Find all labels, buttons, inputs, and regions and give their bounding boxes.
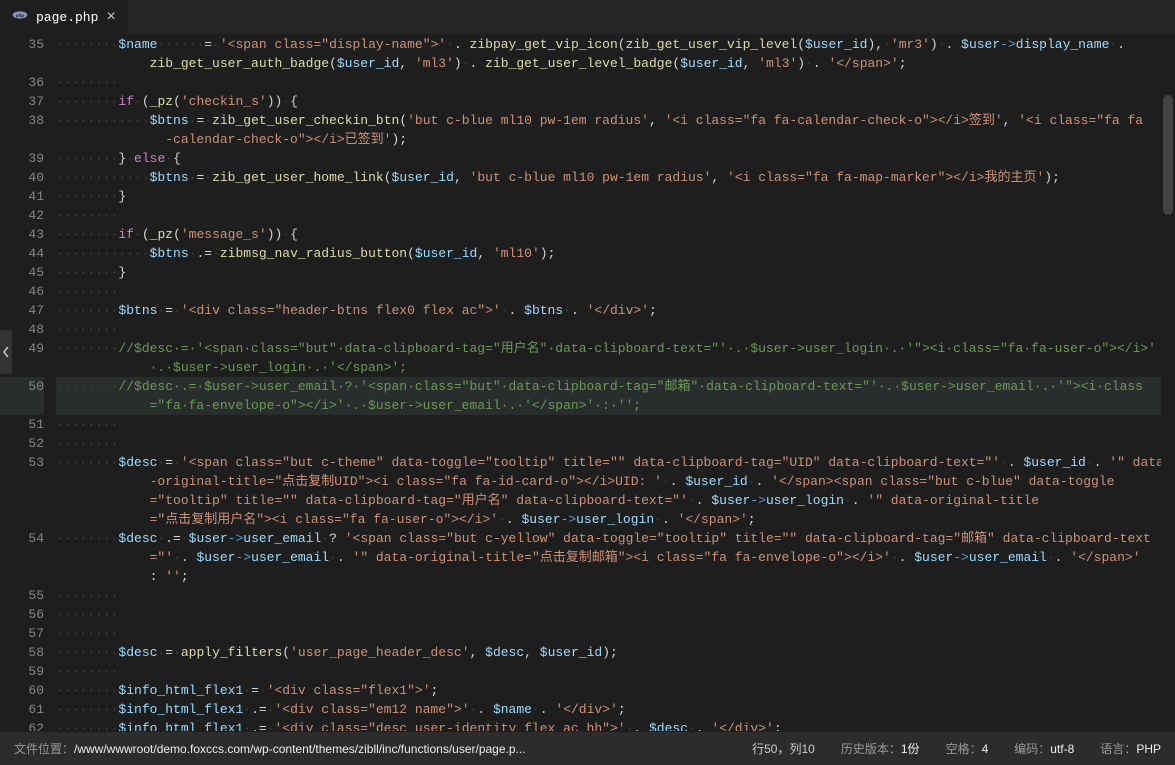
code-editor[interactable]: 3536373839404142434445464748495051525354…: [0, 35, 1175, 731]
file-path[interactable]: 文件位置：/www/wwwroot/demo.foxccs.com/wp-con…: [14, 740, 726, 757]
tab-bar: php page.php ×: [0, 0, 1175, 35]
status-bar: 文件位置：/www/wwwroot/demo.foxccs.com/wp-con…: [0, 731, 1175, 765]
sidebar-expand-handle[interactable]: [0, 330, 12, 374]
file-path-label: 文件位置：: [14, 742, 74, 756]
language-mode[interactable]: 语言：PHP: [1100, 740, 1161, 757]
encoding[interactable]: 编码：utf-8: [1014, 740, 1074, 757]
tab-close-icon[interactable]: ×: [106, 8, 116, 26]
line-number-gutter: 3536373839404142434445464748495051525354…: [0, 35, 56, 731]
tab-filename: page.php: [36, 10, 98, 25]
cursor-position[interactable]: 行50，列10: [752, 740, 815, 757]
scrollbar-thumb[interactable]: [1163, 95, 1173, 215]
history-version[interactable]: 历史版本：1份: [841, 740, 920, 757]
php-file-icon: php: [12, 9, 28, 25]
file-path-value: /www/wwwroot/demo.foxccs.com/wp-content/…: [74, 742, 526, 756]
code-content[interactable]: ········$name······=·'<span class="displ…: [56, 35, 1175, 731]
indent-spaces[interactable]: 空格：4: [946, 740, 989, 757]
vertical-scrollbar[interactable]: [1161, 35, 1175, 731]
tab-active[interactable]: php page.php ×: [0, 0, 129, 34]
svg-text:php: php: [16, 13, 25, 19]
